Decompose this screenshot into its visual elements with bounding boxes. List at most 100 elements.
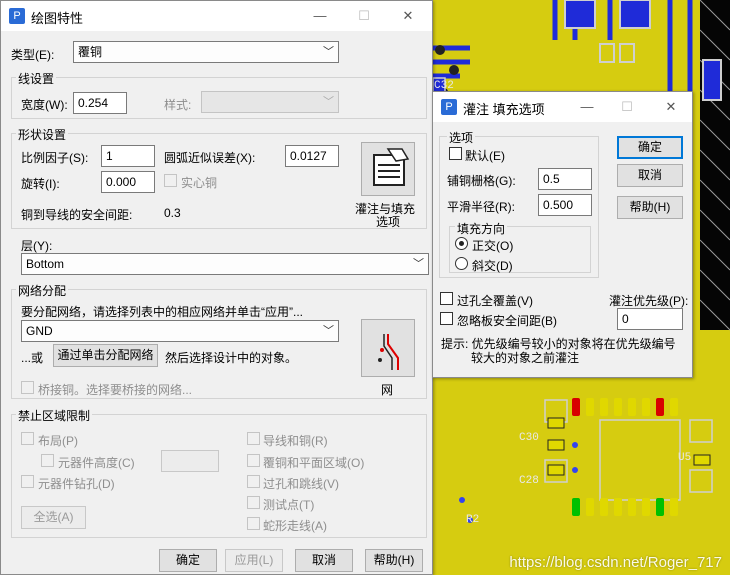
vias-label: 过孔和跳线(V) <box>263 477 339 491</box>
chevron-down-icon: ﹀ <box>323 46 334 58</box>
assign-net-by-click-button[interactable]: 通过单击分配网络 <box>53 344 158 367</box>
type-label: 类型(E): <box>11 48 55 62</box>
priority-input[interactable]: 0 <box>617 308 683 330</box>
pour-label: 覆铜和平面区域(O) <box>263 456 365 470</box>
via-cover-label: 过孔全覆盖(V) <box>457 294 533 308</box>
net-hint-text: 要分配网络，请选择列表中的相应网络并单击“应用”... <box>21 305 303 319</box>
traces-checkbox <box>247 432 260 445</box>
drill-checkbox <box>21 475 34 488</box>
pcb-label-u5: U5 <box>678 452 691 464</box>
or-text: ...或 <box>21 351 44 365</box>
smooth-input[interactable]: 0.500 <box>538 194 592 216</box>
pour-checkbox <box>247 454 260 467</box>
solid-copper-label: 实心铜 <box>181 176 218 190</box>
bridge-copper-label: 桥接铜。选择要桥接的网络... <box>38 383 193 397</box>
clearance-label: 铜到导线的安全间距: <box>21 208 133 222</box>
rotate-input[interactable]: 0.000 <box>101 171 155 193</box>
close-button[interactable]: ✕ <box>394 5 422 27</box>
serpentine-checkbox <box>247 517 260 530</box>
traces-label: 导线和铜(R) <box>263 434 328 448</box>
fill-options-dialog: P 灌注 填充选项 — ☐ ✕ 选项 默认(E) 铺铜栅格(G): 0.5 平滑… <box>432 91 693 378</box>
flood-fill-label-2: 选项 <box>376 215 401 229</box>
drill-label: 元器件钻孔(D) <box>38 477 115 491</box>
drawing-properties-dialog: P 绘图特性 — ☐ ✕ 类型(E): 覆铜 ﹀ 线设置 宽度(W): 0.254… <box>0 0 433 575</box>
arc-error-input[interactable]: 0.0127 <box>285 145 339 167</box>
fill-ok-button[interactable]: 确定 <box>617 136 683 159</box>
clearance-value: 0.3 <box>164 206 181 220</box>
chevron-down-icon: ﹀ <box>323 325 334 337</box>
fill-titlebar[interactable]: P 灌注 填充选项 — ☐ ✕ <box>433 92 692 122</box>
diagonal-label: 斜交(D) <box>472 259 513 273</box>
layer-value: Bottom <box>26 257 65 271</box>
width-input[interactable]: 0.254 <box>73 92 127 114</box>
width-label: 宽度(W): <box>21 98 68 112</box>
vias-checkbox <box>247 475 260 488</box>
hint-line-2: 较大的对象之前灌注 <box>471 351 580 365</box>
fill-dialog-title: 灌注 填充选项 <box>463 102 545 117</box>
type-select[interactable]: 覆铜 ﹀ <box>73 41 339 63</box>
serpentine-label: 蛇形走线(A) <box>263 519 327 533</box>
ignore-board-checkbox[interactable] <box>440 312 453 325</box>
net-value: GND <box>26 324 53 338</box>
default-label: 默认(E) <box>465 149 505 163</box>
smooth-label: 平滑半径(R): <box>447 200 515 214</box>
grid-input[interactable]: 0.5 <box>538 168 592 190</box>
keepout-title: 禁止区域限制 <box>16 407 93 424</box>
net-button-label: 网 <box>381 383 394 397</box>
minimize-button[interactable]: — <box>573 96 601 118</box>
line-settings-title: 线设置 <box>16 70 57 87</box>
height-checkbox <box>41 454 54 467</box>
default-checkbox[interactable] <box>449 147 462 160</box>
type-value: 覆铜 <box>78 45 103 59</box>
maximize-button: ☐ <box>358 8 370 23</box>
layer-select[interactable]: Bottom ﹀ <box>21 253 429 275</box>
ignore-board-label: 忽略板安全间距(B) <box>457 314 557 328</box>
via-cover-checkbox[interactable] <box>440 292 453 305</box>
close-button[interactable]: ✕ <box>657 96 685 118</box>
placement-checkbox <box>21 432 34 445</box>
pcb-label-c28: C28 <box>519 475 539 487</box>
style-label: 样式: <box>164 98 192 112</box>
shape-settings-title: 形状设置 <box>16 126 69 143</box>
flood-fill-icon <box>373 148 410 186</box>
priority-label: 灌注优先级(P): <box>609 294 689 308</box>
style-select: ﹀ <box>201 91 339 113</box>
then-select-text: 然后选择设计中的对象。 <box>165 351 298 365</box>
ok-button[interactable]: 确定 <box>159 549 217 572</box>
ratio-input[interactable]: 1 <box>101 145 155 167</box>
dialog-title: 绘图特性 <box>31 11 84 26</box>
pcb-label-r2: R2 <box>466 514 479 526</box>
placement-label: 布局(P) <box>38 434 78 448</box>
fill-direction-title: 填充方向 <box>455 220 508 237</box>
bridge-copper-checkbox <box>21 381 34 394</box>
orthogonal-label: 正交(O) <box>472 239 514 253</box>
flood-fill-options-button[interactable] <box>361 142 415 196</box>
grid-label: 铺铜栅格(G): <box>447 174 516 188</box>
app-icon: P <box>441 99 457 115</box>
arc-error-label: 圆弧近似误差(X): <box>164 151 256 165</box>
height-input <box>161 450 219 472</box>
net-button[interactable] <box>361 319 415 377</box>
height-label: 元器件高度(C) <box>58 456 135 470</box>
titlebar[interactable]: P 绘图特性 — ☐ ✕ <box>1 1 432 31</box>
chevron-down-icon: ﹀ <box>323 96 334 108</box>
help-button[interactable]: 帮助(H) <box>365 549 423 572</box>
apply-button: 应用(L) <box>225 549 283 572</box>
testpoint-label: 测试点(T) <box>263 498 315 512</box>
net-icon <box>378 334 399 370</box>
select-all-button: 全选(A) <box>21 506 86 529</box>
maximize-button: ☐ <box>621 99 633 114</box>
orthogonal-radio[interactable] <box>455 237 468 250</box>
chevron-down-icon: ﹀ <box>413 258 424 270</box>
net-assign-title: 网络分配 <box>16 282 69 299</box>
diagonal-radio[interactable] <box>455 257 468 270</box>
cancel-button[interactable]: 取消 <box>295 549 353 572</box>
fill-cancel-button[interactable]: 取消 <box>617 164 683 187</box>
fill-help-button[interactable]: 帮助(H) <box>617 196 683 219</box>
net-select[interactable]: GND ﹀ <box>21 320 339 342</box>
rotate-label: 旋转(I): <box>21 177 60 191</box>
minimize-button[interactable]: — <box>306 5 334 27</box>
watermark: https://blog.csdn.net/Roger_717 <box>509 554 722 571</box>
layer-label: 层(Y): <box>21 239 53 253</box>
fill-options-title: 选项 <box>447 129 476 146</box>
